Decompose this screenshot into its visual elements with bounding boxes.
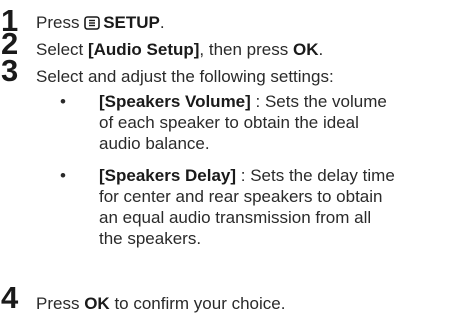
speakers-volume-term: [Speakers Volume] [99,92,251,111]
speakers-volume-item: [Speakers Volume] : Sets the volume of e… [99,91,449,154]
bullet-line: the speakers. [99,229,202,248]
step-1-suffix: . [159,13,165,32]
setup-button-label: SETUP [103,13,160,32]
step-2-middle: , then press [199,40,289,59]
ok-button-label: OK [84,294,110,313]
step-4-text: Press OK to confirm your choice. [36,293,285,314]
bullet-line-text: : Sets the delay time [236,166,395,185]
step-2-suffix: . [318,40,324,59]
step-1-prefix: Press [36,13,80,32]
step-3-text: Select and adjust the following settings… [36,67,334,86]
bullet-marker: • [60,166,66,185]
step-4-prefix: Press [36,294,80,313]
bullet-line: [Speakers Volume] : Sets the volume [99,91,449,112]
bullet-line: for center and rear speakers to obtain [99,187,383,206]
step-2-prefix: Select [36,40,84,59]
step-number: 3 [1,53,19,88]
step-4-suffix: to confirm your choice. [114,294,286,313]
speakers-delay-item: [Speakers Delay] : Sets the delay time f… [99,165,449,249]
step-1-text: Press SETUP. [36,12,165,35]
bullet-line: an equal audio transmission from all [99,208,372,227]
instruction-page: 1 Press SETUP. 2 Select [Audio Setup], t… [0,0,451,325]
speakers-delay-term: [Speakers Delay] [99,166,237,185]
ok-button-label: OK [292,40,319,59]
bullet-line-text: : Sets the volume [250,92,387,111]
bullet-line: [Speakers Delay] : Sets the delay time [99,165,449,186]
step-2-text: Select [Audio Setup], then press OK. [36,39,323,60]
step-number: 4 [1,280,19,315]
bullet-line: of each speaker to obtain the ideal [99,113,359,132]
bullet-marker: • [60,92,66,111]
disc-menu-icon [84,14,101,35]
audio-setup-item: [Audio Setup] [87,40,200,59]
bullet-line: audio balance. [99,134,210,153]
